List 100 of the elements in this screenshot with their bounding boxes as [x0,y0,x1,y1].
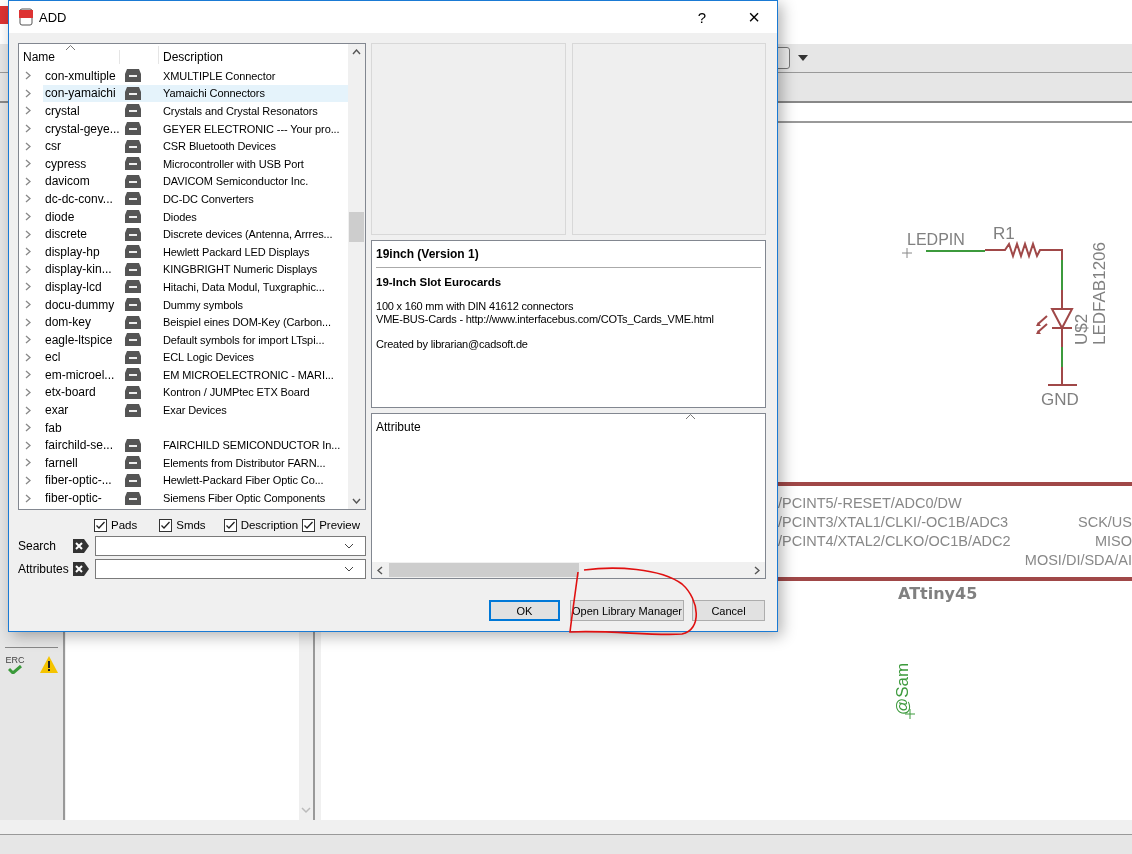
list-row[interactable]: fiber-optic- Siemens Fiber Optic Components [43,489,348,507]
list-row[interactable]: ecl ECL Logic Devices [43,348,348,367]
list-row[interactable]: fab [43,418,348,437]
scroll-up-icon[interactable] [352,49,361,55]
list-row[interactable]: fairchild-se... FAIRCHILD SEMICONDUCTOR In... [43,436,348,455]
library-title: 19inch (Version 1) [376,247,480,261]
scroll-thumb[interactable] [349,212,364,242]
library-description: DC-DC Converters [163,192,254,205]
library-description: XMULTIPLE Connector [163,69,276,82]
column-header[interactable]: Attribute [376,420,421,434]
list-row[interactable]: con-xmultiple XMULTIPLE Connector [43,67,348,85]
search-field[interactable] [95,536,366,556]
library-description: ECL Logic Devices [163,351,254,364]
library-name: diode [44,209,76,224]
scroll-thumb[interactable] [389,563,579,577]
library-description: Discrete devices (Antenna, Arrres... [163,228,333,241]
list-row[interactable]: dom-key Beispiel eines DOM-Key (Carbon... [43,313,348,331]
library-name: display-lcd [44,279,103,294]
list-row[interactable]: crystal-geye... GEYER ELECTRONIC --- Your pro... [43,119,348,138]
wire [925,250,986,252]
list-row[interactable]: em-microel... EM MICROELECTRONIC - MARI... [43,366,348,384]
library-name: dom-key [44,315,92,330]
list-row[interactable]: cypress Microcontroller with USB Port [43,154,348,173]
attributes-label: Attributes [18,562,70,576]
library-name: display-kin... [44,262,113,277]
library-description: Diodes [163,210,197,223]
scrollbar[interactable] [348,44,365,509]
pin-label: MISO [1094,533,1132,549]
ground-symbol [1047,366,1078,386]
library-name: crystal-geye... [44,121,121,136]
list-row[interactable]: exar Exar Devices [43,401,348,419]
checkbox-label: Smds [176,519,206,531]
library-description: Yamaichi Connectors [163,87,265,100]
scroll-right-icon[interactable] [754,565,760,575]
dropdown-icon[interactable] [344,566,354,572]
scroll-down-icon[interactable] [352,498,361,504]
library-name: fiber-optic- [44,491,103,506]
library-name: fairchild-se... [44,438,115,453]
list-row[interactable]: etx-board Kontron / JUMPtec ETX Board [43,383,348,402]
list-row[interactable]: fiber-optic-... Hewlett-Packard Fiber Optic Co... [43,471,348,490]
led-symbol [1036,289,1074,348]
info-text: VME-BUS-Cards - http://www.interfacebus.com/COTs_Cards_VME.html [376,313,715,326]
sort-icon [66,45,75,50]
library-description: EM MICROELECTRONIC - MARI... [163,368,334,381]
library-name: em-microel... [44,367,116,382]
list-row[interactable]: con-yamaichi Yamaichi Connectors [43,84,348,103]
ground-label: GND [1041,390,1079,409]
origin-mark [901,247,913,259]
library-name: docu-dummy [44,297,116,312]
library-name: dc-dc-conv... [44,191,114,206]
schematic-file-icon [19,8,33,26]
library-heading: 19-Inch Slot Eurocards [376,276,503,288]
dialog-button[interactable]: Cancel [692,600,765,621]
part-value: LEDFAB1206 [1090,242,1109,345]
checkbox[interactable] [159,518,173,532]
list-row[interactable]: farnell Elements from Distributor FARN... [43,454,348,472]
list-row[interactable]: display-hp Hewlett Packard LED Displays [43,242,348,261]
library-name: eagle-ltspice [44,332,114,347]
column-header[interactable]: Name [19,50,120,64]
checkbox[interactable] [302,518,316,532]
library-description: Hewlett-Packard Fiber Optic Co... [163,474,324,487]
library-name: con-yamaichi [44,86,117,101]
list-row[interactable]: davicom DAVICOM Semiconductor Inc. [43,172,348,191]
clear-icon[interactable] [73,539,89,553]
library-description: Microcontroller with USB Port [163,157,304,170]
pin-label: /PCINT4/XTAL2/CLKO/OC1B/ADC2 [778,533,1011,549]
list-row[interactable]: discrete Discrete devices (Antenna, Arrres... [43,225,348,243]
dialog-title: ADD [39,9,67,25]
library-description: Dummy symbols [163,298,243,311]
warning-icon[interactable] [40,656,58,673]
help-button[interactable]: ? [679,1,725,33]
checkbox-label: Description [240,519,299,531]
list-row[interactable]: eagle-ltspice Default symbols for import LTspi... [43,330,348,349]
library-description: DAVICOM Semiconductor Inc. [163,175,309,188]
attributes-field[interactable] [95,559,366,579]
checkbox[interactable] [94,518,107,532]
search-label: Search [18,539,58,553]
pin-label: MOSI/DI/SDA/AI [1024,552,1132,568]
library-name: discrete [44,227,89,242]
column-header[interactable]: Description [159,50,224,64]
wire [1061,346,1063,368]
library-description: Default symbols for import LTspi... [163,333,325,346]
dropdown-icon[interactable] [344,543,354,549]
close-button[interactable]: × [731,1,777,33]
dialog-button[interactable]: OK [489,600,560,621]
info-text: Created by librarian@cadsoft.de [376,338,529,351]
net-label: LEDPIN [907,231,965,248]
list-row[interactable]: diode Diodes [43,207,348,226]
resistor-label: R1 [993,224,1015,243]
list-row[interactable]: display-kin... KINGBRIGHT Numeric Displays [43,260,348,279]
scroll-left-icon[interactable] [377,565,383,575]
checkbox[interactable] [223,518,237,532]
list-row[interactable]: dc-dc-conv... DC-DC Converters [43,190,348,208]
scrollbar[interactable] [372,562,765,578]
list-row[interactable]: docu-dummy Dummy symbols [43,295,348,314]
list-row[interactable]: csr CSR Bluetooth Devices [43,137,348,155]
caret-icon[interactable] [798,55,808,61]
list-row[interactable]: crystal Crystals and Crystal Resonators [43,102,348,120]
list-row[interactable]: display-lcd Hitachi, Data Modul, Tuxgraphic... [43,278,348,296]
clear-icon[interactable] [73,562,89,576]
